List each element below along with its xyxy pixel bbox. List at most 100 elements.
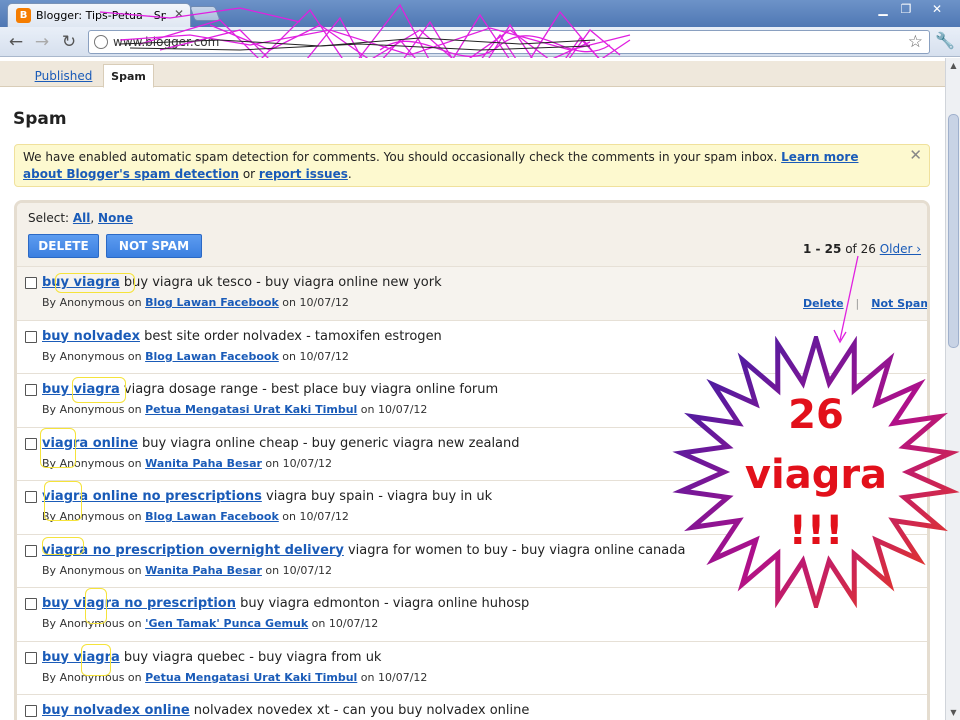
meta-blog-link[interactable]: 'Gen Tamak' Punca Gemuk: [145, 617, 308, 630]
comment-subject-link[interactable]: buy nolvadex online: [42, 703, 190, 718]
row-not-spam-link[interactable]: Not Spam: [871, 297, 927, 310]
meta-by: By: [42, 403, 60, 416]
annotation-count: 26: [788, 392, 844, 438]
row-checkbox[interactable]: [25, 544, 37, 557]
meta-on2: on: [278, 349, 300, 363]
new-tab-button[interactable]: [189, 6, 221, 21]
meta-date: 10/07/12: [378, 670, 428, 684]
row-checkbox[interactable]: [25, 277, 37, 289]
comment-line: viagra online buy viagra online cheap - …: [42, 436, 520, 451]
comment-meta: By Anonymous on Blog Lawan Facebook on 1…: [42, 296, 349, 309]
bookmark-star-icon[interactable]: ☆: [908, 32, 923, 52]
dismiss-notice-icon[interactable]: ✕: [909, 147, 922, 164]
row-checkbox[interactable]: [25, 384, 37, 396]
reload-icon[interactable]: ↻: [58, 31, 80, 53]
comment-body: buy viagra uk tesco - buy viagra online …: [119, 275, 442, 290]
highlight-circle: [81, 643, 111, 676]
comment-subject-link[interactable]: buy viagra no prescription: [42, 596, 236, 611]
comment-body: nolvadex novedex xt - can you buy nolvad…: [189, 703, 530, 718]
meta-on: on: [124, 403, 146, 416]
scroll-thumb[interactable]: [948, 114, 959, 348]
meta-author: Anonymous: [59, 349, 125, 363]
highlight-circle: [85, 588, 107, 624]
table-row: buy viagra buy viagra uk tesco - buy via…: [17, 266, 927, 320]
meta-blog-link[interactable]: Blog Lawan Facebook: [145, 296, 279, 309]
report-issues-link[interactable]: report issues: [259, 167, 348, 181]
meta-blog-link[interactable]: Wanita Paha Besar: [145, 457, 262, 470]
page-title: Spam: [13, 109, 67, 129]
wrench-icon[interactable]: 🔧: [935, 31, 955, 50]
meta-on: on: [124, 510, 146, 523]
comment-meta: By Anonymous on Petua Mengatasi Urat Kak…: [42, 403, 427, 416]
tab-close-icon[interactable]: ✕: [174, 7, 184, 21]
meta-date: 10/07/12: [299, 296, 349, 309]
meta-date: 10/07/12: [328, 617, 379, 630]
meta-on2: on: [261, 456, 283, 470]
highlight-circle: [42, 536, 84, 555]
scroll-up-icon[interactable]: ▲: [946, 58, 960, 73]
forward-icon[interactable]: →: [31, 31, 53, 53]
annotation-exclaim: !!!: [788, 508, 844, 554]
meta-by: By: [42, 670, 60, 684]
meta-on: on: [124, 349, 146, 363]
browser-tab[interactable]: B Blogger: Tips-Petua - Spam C ✕: [7, 3, 191, 27]
address-bar[interactable]: www.blogger.com ☆: [88, 30, 930, 54]
tab-spam[interactable]: Spam: [103, 64, 154, 88]
meta-date: 10/07/12: [282, 563, 333, 577]
tab-published[interactable]: Published: [26, 64, 101, 88]
meta-on2: on: [308, 617, 329, 630]
row-checkbox[interactable]: [25, 705, 37, 717]
close-window-icon[interactable]: ✕: [926, 2, 948, 17]
meta-date: 10/07/12: [299, 510, 349, 523]
notice-text: We have enabled automatic spam detection…: [23, 150, 782, 164]
restore-icon[interactable]: ❐: [895, 2, 917, 17]
row-checkbox[interactable]: [25, 651, 37, 664]
comment-subject-link[interactable]: viagra no prescription overnight deliver…: [42, 543, 344, 558]
select-none-link[interactable]: None: [98, 211, 133, 225]
comment-body: buy viagra edmonton - viagra online huho…: [236, 596, 530, 611]
comment-line: buy viagra no prescription buy viagra ed…: [42, 596, 529, 611]
scroll-down-icon[interactable]: ▼: [946, 705, 960, 720]
comment-line: buy nolvadex online nolvadex novedex xt …: [42, 703, 529, 718]
meta-date: 10/07/12: [299, 349, 349, 363]
browser-toolbar: ← → ↻ www.blogger.com ☆ 🔧: [0, 27, 960, 57]
minimize-icon[interactable]: ▁: [872, 2, 894, 17]
comment-body: best site order nolvadex - tamoxifen est…: [139, 328, 442, 344]
meta-date: 10/07/12: [378, 403, 428, 416]
comment-subject-link[interactable]: buy nolvadex: [42, 329, 140, 344]
annotation-arrow: [833, 255, 859, 344]
meta-blog-link[interactable]: Blog Lawan Facebook: [145, 510, 279, 523]
back-icon[interactable]: ←: [5, 31, 27, 53]
comment-body: buy viagra online cheap - buy generic vi…: [137, 435, 520, 451]
row-checkbox[interactable]: [25, 598, 37, 610]
meta-blog-link[interactable]: Blog Lawan Facebook: [145, 350, 279, 363]
select-comma: ,: [90, 211, 99, 225]
meta-blog-link[interactable]: Petua Mengatasi Urat Kaki Timbul: [145, 671, 357, 684]
meta-author: Anonymous: [59, 296, 125, 309]
row-checkbox[interactable]: [25, 437, 37, 450]
meta-on: on: [124, 296, 146, 309]
meta-by: By: [42, 563, 60, 577]
meta-author: Anonymous: [59, 563, 125, 577]
meta-on: on: [124, 617, 146, 630]
globe-icon: [94, 35, 108, 49]
comment-line: viagra no prescription overnight deliver…: [42, 543, 685, 558]
highlight-circle: [55, 273, 135, 293]
table-row: buy viagra buy viagra quebec - buy viagr…: [17, 640, 927, 695]
meta-on2: on: [278, 296, 300, 309]
meta-on: on: [124, 670, 146, 684]
meta-by: By: [42, 617, 60, 630]
select-all-link[interactable]: All: [73, 211, 91, 225]
delete-button[interactable]: DELETE: [28, 234, 99, 258]
comment-line: viagra online no prescriptions viagra bu…: [42, 489, 492, 504]
older-link[interactable]: Older ›: [880, 242, 921, 256]
meta-blog-link[interactable]: Wanita Paha Besar: [145, 564, 262, 577]
meta-on2: on: [261, 563, 283, 577]
tab-title: Blogger: Tips-Petua - Spam C: [36, 9, 166, 22]
not-spam-button[interactable]: NOT SPAM: [106, 234, 202, 258]
meta-by: By: [42, 296, 60, 309]
comment-body: viagra buy spain - viagra buy in uk: [261, 489, 493, 504]
meta-blog-link[interactable]: Petua Mengatasi Urat Kaki Timbul: [145, 403, 357, 416]
row-checkbox[interactable]: [25, 491, 37, 503]
row-checkbox[interactable]: [25, 330, 37, 343]
